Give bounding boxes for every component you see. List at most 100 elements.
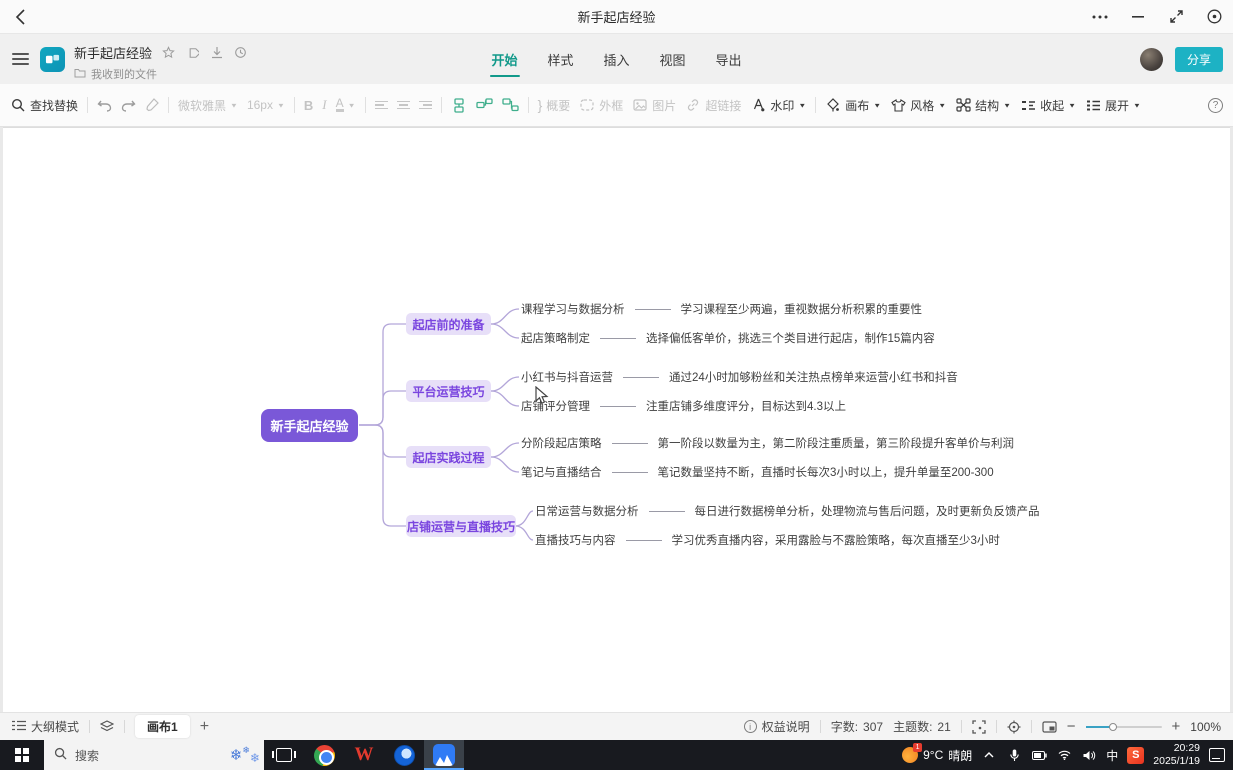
zoom-out-button[interactable]: − [1067,718,1076,735]
insert-parent-topic-icon[interactable] [502,98,519,112]
subtopic-label[interactable]: 分阶段起店策略 [521,435,602,451]
zoom-slider[interactable] [1086,726,1162,728]
minimap-icon[interactable] [1042,721,1057,733]
tab-insert[interactable]: 插入 [601,44,631,75]
mindmap-canvas[interactable]: 新手起店经验 起店前的准备 平台运营技巧 起店实践过程 店铺运营与直播技巧 课程… [3,127,1230,712]
boundary-button[interactable]: 外框 [579,97,623,114]
subtopic-detail[interactable]: 第一阶段以数量为主，第二阶段注重质量，第三阶段提升客单价与利润 [658,435,1015,451]
taskbar-search-input[interactable]: 搜索 ❄❄❄ [44,740,264,770]
layers-icon[interactable] [100,720,114,733]
subtopic-label[interactable]: 店铺评分管理 [521,398,590,414]
insert-child-topic-icon[interactable] [476,98,493,112]
subtopic-detail[interactable]: 注重店铺多维度评分，目标达到4.3以上 [646,398,846,414]
restore-button[interactable] [1167,8,1185,26]
redo-icon[interactable] [121,99,136,112]
tray-expand-icon[interactable] [981,747,997,763]
browser-taskbar-icon[interactable] [384,740,424,770]
download-icon[interactable] [210,46,223,59]
tab-view[interactable]: 视图 [658,44,688,75]
mindmap-branch-node[interactable]: 平台运营技巧 [406,380,491,402]
taskbar-clock[interactable]: 20:29 2025/1/19 [1153,742,1200,768]
tab-style[interactable]: 样式 [545,44,575,75]
wps-taskbar-icon[interactable]: W [344,740,384,770]
subtopic-label[interactable]: 日常运营与数据分析 [535,503,639,519]
font-size-select[interactable]: 16px▼ [247,98,285,112]
notification-center-icon[interactable] [1209,747,1225,763]
subtopic-detail[interactable]: 每日进行数据榜单分析，处理物流与售后问题，及时更新负反馈产品 [695,503,1040,519]
font-color-button[interactable]: A▼ [336,98,356,112]
subtopic-detail[interactable]: 学习优秀直播内容，采用露脸与不露脸策略，每次直播至少3小时 [672,532,1000,548]
help-button[interactable]: ? [1208,98,1223,113]
image-icon [632,97,648,113]
mindmap-branch-node[interactable]: 店铺运营与直播技巧 [406,515,516,537]
subtopic-detail[interactable]: 笔记数量坚持不断，直播时长每次3小时以上，提升单量至200-300 [658,464,994,480]
mindmap-branch-node[interactable]: 起店实践过程 [406,446,491,468]
tab-export[interactable]: 导出 [714,44,744,75]
rights-info-button[interactable]: i 权益说明 [744,718,810,735]
canvas-dropdown[interactable]: 画布▼ [825,97,881,114]
outline-mode-button[interactable]: 大纲模式 [12,718,79,735]
subtopic-detail[interactable]: 通过24小时加够粉丝和关注热点榜单来运营小红书和抖音 [669,369,958,385]
format-painter-icon[interactable] [145,98,159,112]
tab-start[interactable]: 开始 [489,44,519,75]
mindmap-root-node[interactable]: 新手起店经验 [261,409,358,442]
zoom-slider-knob[interactable] [1109,723,1117,731]
mindmap-branch-node[interactable]: 起店前的准备 [406,313,491,335]
align-center-icon[interactable] [397,99,410,112]
more-options-icon[interactable] [1091,8,1109,26]
find-replace-button[interactable]: 查找替换 [10,97,78,114]
weather-moon-icon: 1 [902,747,918,763]
close-button[interactable] [1205,8,1223,26]
undo-icon[interactable] [97,99,112,112]
ime-indicator[interactable]: 中 [1106,747,1118,764]
microphone-icon[interactable] [1006,747,1022,763]
app-logo-icon[interactable] [40,47,65,72]
align-left-icon[interactable] [375,99,388,112]
weather-widget[interactable]: 1 9°C 晴朗 [902,747,972,764]
fit-screen-icon[interactable] [972,720,986,734]
font-family-select[interactable]: 微软雅黑▼ [178,97,238,114]
collapse-dropdown[interactable]: 收起▼ [1020,97,1076,114]
task-view-button[interactable] [264,740,304,770]
subtopic-label[interactable]: 笔记与直播结合 [521,464,602,480]
zoom-in-button[interactable]: + [1172,718,1181,735]
subtopic-label[interactable]: 小红书与抖音运营 [521,369,613,385]
battery-icon[interactable] [1031,747,1047,763]
structure-dropdown[interactable]: 结构▼ [955,97,1011,114]
history-icon[interactable] [234,46,247,59]
watermark-dropdown[interactable]: 水印▼ [750,97,806,114]
style-dropdown[interactable]: 风格▼ [890,97,946,114]
mindmap-connectors [3,128,1230,713]
user-avatar[interactable] [1140,48,1163,71]
mindmaster-taskbar-icon[interactable] [424,740,464,770]
bold-button[interactable]: B [304,98,313,113]
document-location[interactable]: 我收到的文件 [91,66,157,82]
hyperlink-button[interactable]: 超链接 [685,97,741,114]
sogou-ime-icon[interactable]: S [1127,747,1144,764]
subtopic-detail[interactable]: 选择偏低客单价，挑选三个类目进行起店，制作15篇内容 [646,330,935,346]
tag-icon[interactable] [186,46,199,59]
subtopic-label[interactable]: 直播技巧与内容 [535,532,616,548]
chrome-taskbar-icon[interactable] [304,740,344,770]
volume-icon[interactable] [1081,747,1097,763]
insert-sibling-topic-icon[interactable] [451,98,467,113]
locate-center-icon[interactable] [1007,720,1021,734]
summary-button[interactable]: }概要 [538,97,571,114]
subtopic-detail[interactable]: 学习课程至少两遍，重视数据分析积累的重要性 [681,301,923,317]
expand-dropdown[interactable]: 展开▼ [1085,97,1141,114]
back-button[interactable] [0,9,40,25]
image-button[interactable]: 图片 [632,97,676,114]
star-icon[interactable] [162,46,175,59]
subtopic-label[interactable]: 起店策略制定 [521,330,590,346]
document-title[interactable]: 新手起店经验 [74,43,152,62]
italic-button[interactable]: I [322,97,326,113]
wifi-icon[interactable] [1056,747,1072,763]
subtopic-label[interactable]: 课程学习与数据分析 [521,301,625,317]
align-right-icon[interactable] [419,99,432,112]
canvas-tab-1[interactable]: 画布1 [135,715,190,738]
start-button[interactable] [0,740,44,770]
main-menu-icon[interactable] [12,53,29,66]
share-button[interactable]: 分享 [1175,47,1223,72]
add-canvas-button[interactable]: + [200,718,209,736]
minimize-button[interactable] [1129,8,1147,26]
